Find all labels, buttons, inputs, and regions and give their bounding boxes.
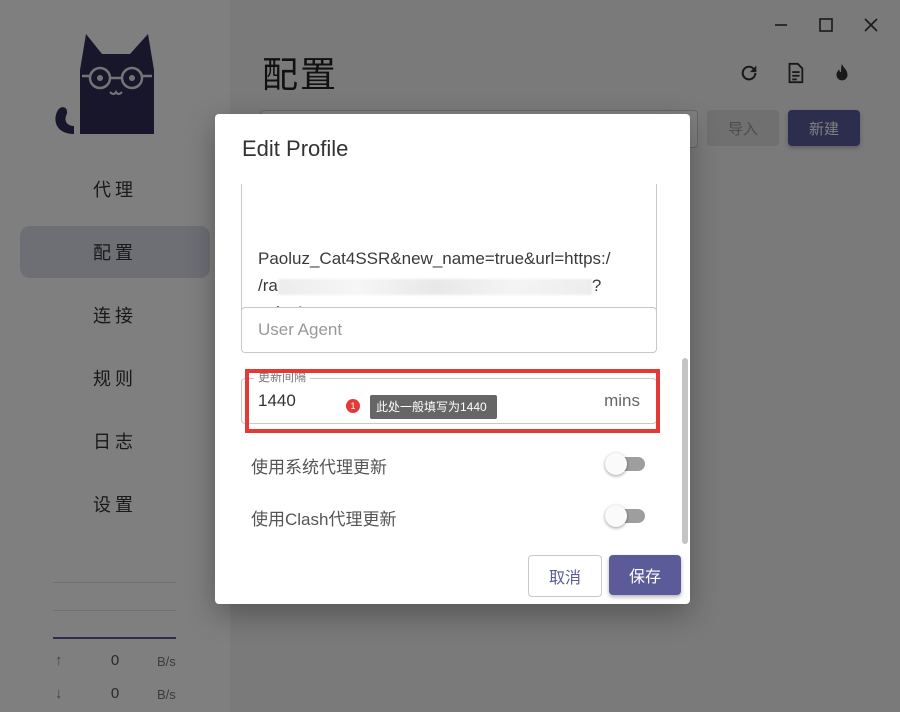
- url-line-1: Paoluz_Cat4SSR&new_name=true&url=https:/: [258, 249, 611, 268]
- clash-proxy-update-switch[interactable]: [605, 505, 645, 527]
- annotation-highlight-box: [245, 369, 660, 433]
- dialog-content: Paoluz_Cat4SSR&new_name=true&url=https:/…: [215, 184, 690, 544]
- edit-profile-dialog: Edit Profile Paoluz_Cat4SSR&new_name=tru…: [215, 114, 690, 604]
- user-agent-field[interactable]: User Agent: [241, 307, 657, 353]
- user-agent-placeholder: User Agent: [258, 320, 343, 339]
- system-proxy-update-label: 使用系统代理更新: [251, 458, 387, 477]
- clash-proxy-update-row: 使用Clash代理更新: [251, 501, 651, 531]
- save-button[interactable]: 保存: [609, 555, 681, 595]
- redacted-area: [277, 278, 592, 295]
- system-proxy-update-switch[interactable]: [605, 453, 645, 475]
- url-line-2-prefix: /ra: [258, 276, 278, 295]
- url-line-2-suffix: ?: [591, 276, 602, 295]
- dialog-scrollbar[interactable]: [682, 358, 688, 544]
- cancel-button[interactable]: 取消: [528, 555, 602, 597]
- clash-proxy-update-label: 使用Clash代理更新: [251, 510, 397, 529]
- system-proxy-update-row: 使用系统代理更新: [251, 449, 651, 479]
- dialog-title: Edit Profile: [242, 136, 349, 161]
